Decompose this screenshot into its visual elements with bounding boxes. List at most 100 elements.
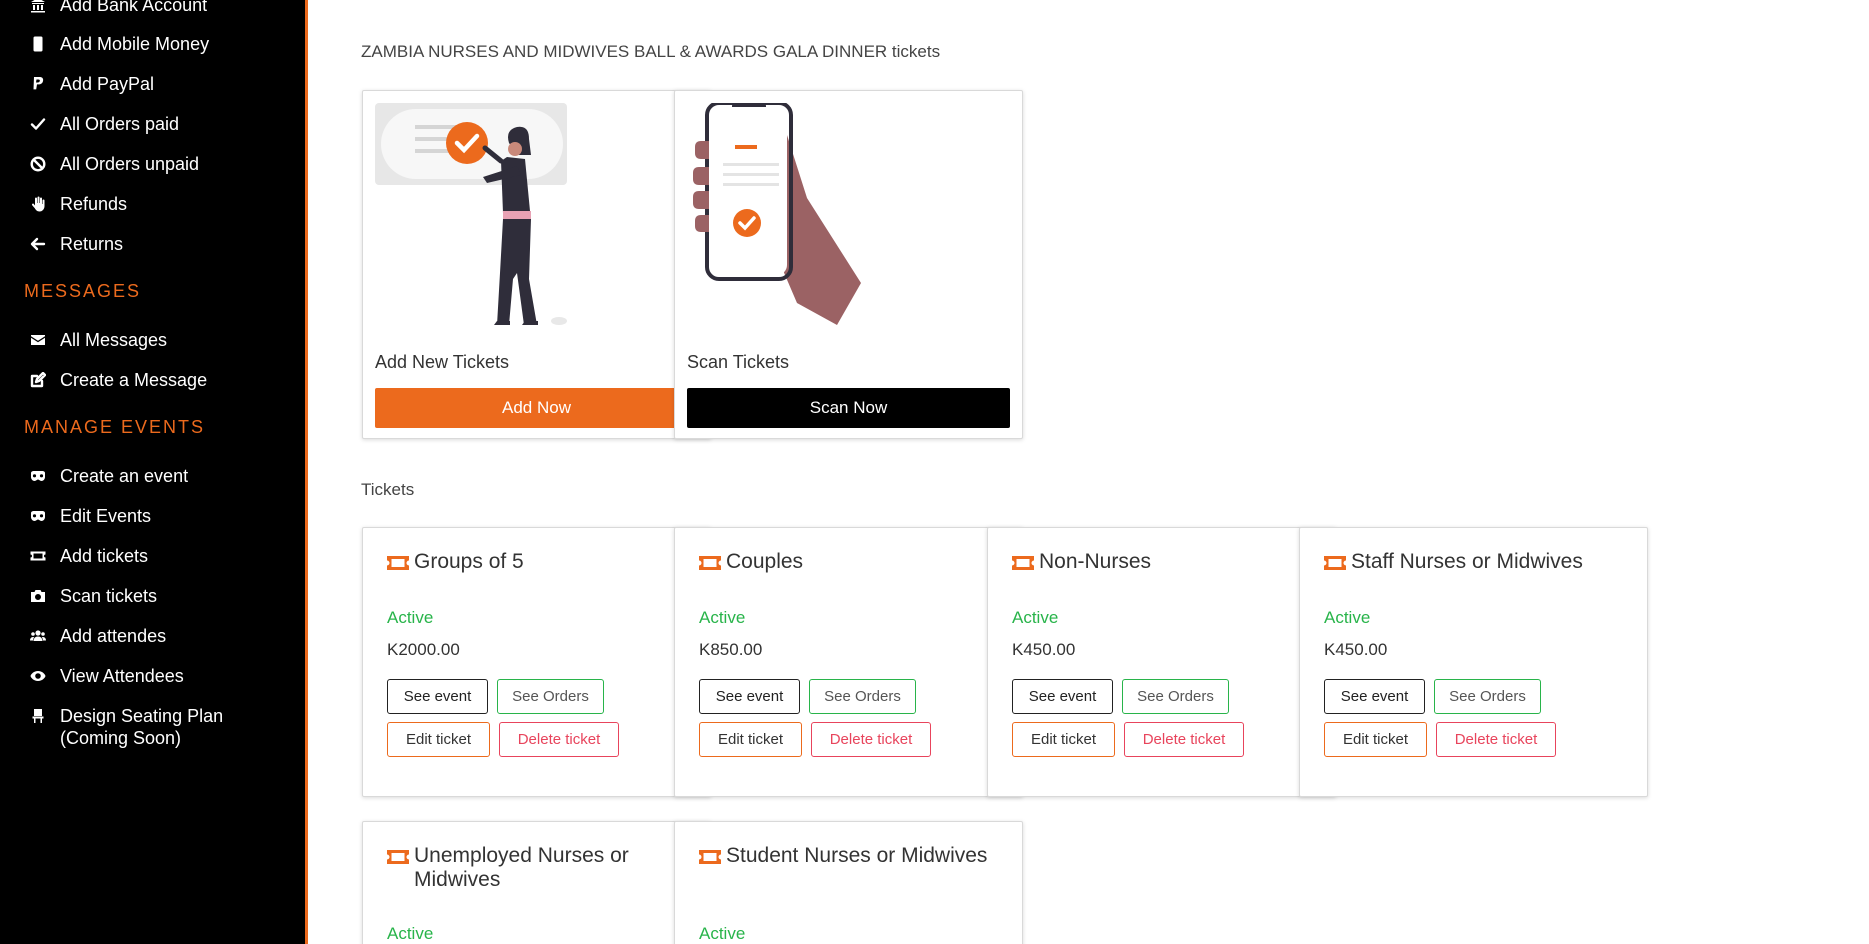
ticket-header: Unemployed Nurses or Midwives: [387, 844, 687, 892]
scan-tickets-card: Scan Tickets Scan Now: [674, 90, 1023, 439]
sidebar-item-label: Scan tickets: [60, 586, 158, 606]
ticket-price: K850.00: [699, 640, 763, 659]
ticket-status: Active: [387, 608, 434, 627]
sidebar-item-label: Add tickets: [60, 546, 149, 566]
ticket-card: Non-Nurses Active K450.00 See event See …: [987, 527, 1336, 797]
ticket-icon: [699, 844, 723, 870]
ticket-card: Groups of 5 Active K2000.00 See event Se…: [362, 527, 711, 797]
ticket-name: Unemployed Nurses or Midwives: [414, 844, 629, 891]
add-tickets-title: Add New Tickets: [375, 352, 510, 372]
mobile-icon: [28, 33, 48, 55]
check-icon: [28, 113, 48, 135]
delete-ticket-button[interactable]: Delete ticket: [1124, 722, 1244, 757]
delete-ticket-button[interactable]: Delete ticket: [499, 722, 619, 757]
see-orders-button[interactable]: See Orders: [1434, 679, 1541, 714]
sidebar-item-returns[interactable]: Returns: [28, 233, 123, 255]
ticket-card: Student Nurses or Midwives Active: [674, 821, 1023, 944]
sidebar-item-all-orders-paid[interactable]: All Orders paid: [28, 113, 179, 135]
sidebar-item-edit-events[interactable]: Edit Events: [28, 505, 151, 527]
sidebar-item-scan-tickets[interactable]: Scan tickets: [28, 585, 157, 607]
sidebar-item-label: All Orders paid: [60, 114, 180, 134]
ticket-price: K2000.00: [387, 640, 460, 659]
sidebar-item-label: Design Seating Plan (Coming Soon): [60, 706, 224, 748]
sidebar-item-label: All Messages: [60, 330, 168, 350]
edit-ticket-button[interactable]: Edit ticket: [699, 722, 802, 757]
ticket-icon: [1012, 550, 1036, 576]
sidebar-section-messages: MESSAGES: [24, 281, 142, 301]
edit-ticket-button[interactable]: Edit ticket: [1324, 722, 1427, 757]
arrow-left-icon: [28, 233, 48, 255]
see-event-button[interactable]: See event: [1324, 679, 1425, 714]
see-orders-button[interactable]: See Orders: [809, 679, 916, 714]
sidebar-item-refunds[interactable]: Refunds: [28, 193, 127, 215]
page-title: ZAMBIA NURSES AND MIDWIVES BALL & AWARDS…: [361, 42, 941, 61]
ticket-name: Non-Nurses: [1039, 550, 1152, 573]
mask-icon: [28, 505, 48, 527]
ticket-card: Couples Active K850.00 See event See Ord…: [674, 527, 1023, 797]
sidebar-item-label: Edit Events: [60, 506, 152, 526]
sidebar-item-label: All Orders unpaid: [60, 154, 200, 174]
ban-icon: [28, 153, 48, 175]
sidebar-item-label: Add attendes: [60, 626, 167, 646]
sidebar-item-add-mobile-money[interactable]: Add Mobile Money: [28, 33, 209, 55]
delete-ticket-button[interactable]: Delete ticket: [1436, 722, 1556, 757]
ticket-icon: [28, 545, 48, 567]
add-tickets-card: Add New Tickets Add Now: [362, 90, 711, 439]
see-orders-button[interactable]: See Orders: [1122, 679, 1229, 714]
chair-icon: [28, 705, 48, 727]
ticket-status: Active: [1324, 608, 1371, 627]
edit-ticket-button[interactable]: Edit ticket: [387, 722, 490, 757]
ticket-icon: [387, 550, 411, 576]
sidebar-item-view-attendees[interactable]: View Attendees: [28, 665, 184, 687]
sidebar-item-label: Create an event: [60, 466, 189, 486]
edit-icon: [28, 369, 48, 391]
see-event-button[interactable]: See event: [387, 679, 488, 714]
sidebar-section-manage-events: MANAGE EVENTS: [24, 417, 206, 437]
ticket-name: Staff Nurses or Midwives: [1351, 550, 1583, 573]
scan-now-button[interactable]: Scan Now: [687, 388, 1010, 428]
ticket-header: Student Nurses or Midwives: [699, 844, 999, 870]
envelope-icon: [28, 329, 48, 351]
ticket-status: Active: [699, 924, 746, 943]
sidebar-item-add-tickets[interactable]: Add tickets: [28, 545, 148, 567]
delete-ticket-button[interactable]: Delete ticket: [811, 722, 931, 757]
hand-icon: [28, 193, 48, 215]
mask-icon: [28, 465, 48, 487]
sidebar-item-all-orders-unpaid[interactable]: All Orders unpaid: [28, 153, 199, 175]
add-now-button[interactable]: Add Now: [375, 388, 698, 428]
ticket-card: Unemployed Nurses or Midwives Active: [362, 821, 711, 944]
sidebar-item-create-event[interactable]: Create an event: [28, 465, 188, 487]
main-content: ZAMBIA NURSES AND MIDWIVES BALL & AWARDS…: [308, 0, 1869, 944]
ticket-icon: [387, 844, 411, 870]
woman-ticket-illustration: [375, 103, 567, 325]
see-event-button[interactable]: See event: [699, 679, 800, 714]
sidebar-item-create-message[interactable]: Create a Message: [28, 369, 207, 391]
camera-icon: [28, 585, 48, 607]
see-orders-button[interactable]: See Orders: [497, 679, 604, 714]
sidebar-item-label: Create a Message: [60, 370, 208, 390]
ticket-header: Non-Nurses: [1012, 550, 1312, 576]
sidebar-item-add-attendes[interactable]: Add attendes: [28, 625, 166, 647]
sidebar-item-add-paypal[interactable]: Add PayPal: [28, 73, 154, 95]
sidebar-item-all-messages[interactable]: All Messages: [28, 329, 167, 351]
ticket-name: Groups of 5: [414, 550, 524, 573]
ticket-name: Student Nurses or Midwives: [726, 844, 988, 867]
ticket-header: Groups of 5: [387, 550, 687, 576]
see-event-button[interactable]: See event: [1012, 679, 1113, 714]
eye-icon: [28, 665, 48, 687]
sidebar-item-label: Add Bank Account: [60, 0, 208, 15]
sidebar-item-add-bank-account[interactable]: Add Bank Account: [28, 0, 207, 16]
ticket-header: Staff Nurses or Midwives: [1324, 550, 1624, 576]
paypal-icon: [28, 73, 48, 95]
sidebar-item-label: Refunds: [60, 194, 128, 214]
ticket-icon: [699, 550, 723, 576]
ticket-card: Staff Nurses or Midwives Active K450.00 …: [1299, 527, 1648, 797]
ticket-header: Couples: [699, 550, 999, 576]
users-icon: [28, 625, 48, 647]
sidebar-item-label: Returns: [60, 234, 124, 254]
ticket-icon: [1324, 550, 1348, 576]
sidebar-item-design-seating-plan[interactable]: Design Seating Plan (Coming Soon): [28, 705, 288, 749]
ticket-status: Active: [1012, 608, 1059, 627]
edit-ticket-button[interactable]: Edit ticket: [1012, 722, 1115, 757]
phone-scan-illustration: [693, 103, 861, 325]
